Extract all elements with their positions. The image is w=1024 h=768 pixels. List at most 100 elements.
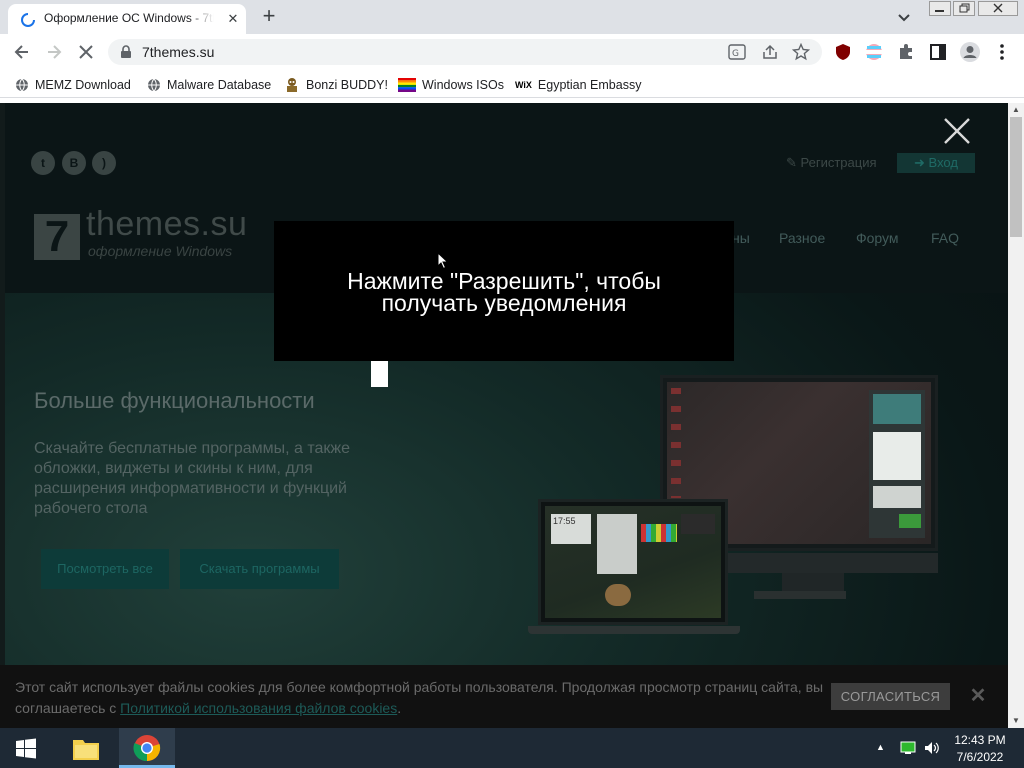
site-logo-subtitle: оформление Windows [88, 243, 233, 259]
download-programs-button[interactable]: Скачать программы [180, 549, 339, 589]
gadget-media [873, 486, 921, 508]
windows-taskbar: ▲ [0, 728, 1024, 768]
tab-title: Оформление ОС Windows - 7themes.su [44, 11, 214, 25]
network-icon[interactable] [900, 741, 916, 755]
site-logo-text[interactable]: themes.su [86, 205, 247, 244]
cookie-accept-button[interactable]: СОГЛАСИТЬСЯ [831, 683, 950, 710]
gadget-panel [869, 390, 925, 538]
hero-description: Скачайте бесплатные программы, а также о… [34, 440, 351, 517]
laptop-screen: 17:55 [545, 506, 721, 618]
close-window-button[interactable] [978, 1, 1018, 16]
bookmark-label: Malware Database [167, 78, 272, 92]
register-label: Регистрация [800, 155, 877, 170]
volume-icon[interactable] [924, 741, 940, 755]
globe-icon [16, 78, 28, 92]
stop-loading-icon[interactable] [76, 42, 96, 62]
translate-icon[interactable]: G [728, 44, 746, 60]
url-text[interactable]: 7themes.su [142, 44, 214, 60]
rss-icon[interactable]: ) [92, 151, 116, 175]
folder-icon [73, 740, 99, 760]
laptop-base [528, 626, 740, 634]
bookmark-label: Bonzi BUDDY! [306, 78, 388, 92]
laptop-illustration: 17:55 [538, 499, 728, 625]
page-edge [0, 103, 5, 728]
overlay-close-icon[interactable] [943, 117, 971, 145]
share-icon[interactable] [761, 44, 779, 60]
gadget-weather [873, 394, 921, 424]
laptop-food-image [605, 584, 631, 606]
bookmark-bonzi-buddy[interactable]: Bonzi BUDDY! [284, 76, 388, 94]
bookmark-memz[interactable]: MEMZ Download [15, 76, 131, 94]
profile-avatar-icon[interactable] [959, 41, 981, 63]
file-explorer-taskbar-button[interactable] [62, 728, 110, 768]
minimize-button[interactable] [929, 1, 951, 16]
login-button[interactable]: ➜ Вход [897, 153, 975, 173]
cookie-close-icon[interactable]: ✕ [968, 686, 988, 706]
scroll-down-arrow-icon[interactable]: ▼ [1008, 714, 1024, 728]
edit-icon: ✎ [786, 155, 801, 170]
restore-icon [959, 3, 970, 13]
scroll-thumb[interactable] [1010, 117, 1022, 237]
gadget-clock [873, 432, 921, 480]
chrome-icon [133, 735, 161, 762]
globe-icon [148, 78, 160, 92]
pride-extension-icon[interactable] [865, 43, 883, 61]
ublock-extension-icon[interactable] [834, 43, 852, 61]
view-all-button[interactable]: Посмотреть все [41, 549, 169, 589]
nav-item-misc[interactable]: Разное [779, 230, 825, 246]
taskbar-clock-date[interactable]: 7/6/2022 [940, 750, 1020, 764]
close-icon [993, 3, 1003, 13]
back-icon[interactable] [12, 42, 32, 62]
monitor-stand [720, 553, 938, 573]
bookmark-label: Egyptian Embassy [537, 78, 642, 92]
extensions-puzzle-icon[interactable] [897, 43, 915, 61]
bookmark-label: Windows ISOs [422, 78, 504, 92]
bookmark-malware-database[interactable]: Malware Database [147, 76, 271, 94]
forward-icon[interactable] [44, 42, 64, 62]
tray-expand-icon[interactable]: ▲ [876, 742, 885, 752]
desktop-icons [671, 388, 681, 498]
cookie-text: Этот сайт использует файлы cookies для б… [15, 677, 825, 719]
register-link[interactable]: ✎ Регистрация [786, 155, 877, 171]
laptop-photo-widget [681, 514, 715, 534]
cookie-policy-link[interactable]: Политикой использования файлов cookies [120, 700, 397, 716]
notification-line-2: получать уведомления [381, 290, 627, 316]
login-label: Вход [928, 155, 958, 170]
side-panel-icon[interactable] [929, 43, 947, 61]
laptop-clock-widget: 17:55 [551, 514, 591, 544]
scroll-up-arrow-icon[interactable]: ▲ [1008, 103, 1024, 117]
site-logo-mark[interactable]: 7 [34, 214, 80, 260]
new-tab-button[interactable]: + [255, 5, 283, 29]
nav-item-partial[interactable]: ны [732, 230, 750, 246]
chrome-taskbar-button[interactable] [119, 728, 175, 768]
bonzi-icon [287, 78, 297, 92]
browser-tab[interactable]: Оформление ОС Windows - 7themes.su ✕ [8, 4, 246, 34]
restore-button[interactable] [953, 1, 975, 16]
lock-icon[interactable] [120, 45, 132, 59]
twitter-icon[interactable]: t [31, 151, 55, 175]
menu-kebab-icon[interactable] [994, 42, 1010, 62]
page-scrollbar[interactable]: ▲ ▼ [1008, 103, 1024, 728]
wix-icon: WiX [515, 80, 532, 90]
notification-prompt: Нажмите "Разрешить", чтобы получать увед… [274, 221, 734, 361]
tab-close-icon[interactable]: ✕ [224, 10, 242, 28]
browser-toolbar: 7themes.su G 10 [0, 34, 1024, 97]
taskbar-clock-time[interactable]: 12:43 PM [940, 733, 1020, 747]
nav-item-forum[interactable]: Форум [856, 230, 899, 246]
mouse-cursor-icon [437, 252, 449, 270]
laptop-widget [597, 514, 637, 574]
windows-start-icon[interactable] [15, 738, 37, 760]
bookmarks-bar: MEMZ Download Malware Database Bonzi BUD… [0, 70, 1024, 98]
bookmark-egyptian-embassy[interactable]: WiX Egyptian Embassy [515, 76, 641, 94]
minimize-icon [935, 10, 944, 12]
laptop-color-tiles [641, 524, 677, 542]
bookmark-star-icon[interactable] [792, 43, 810, 61]
notification-line-1: Нажмите "Разрешить", чтобы [347, 268, 661, 294]
address-bar[interactable]: 7themes.su G [108, 39, 822, 65]
bookmark-windows-isos[interactable]: Windows ISOs [398, 76, 504, 94]
nav-item-faq[interactable]: FAQ [931, 230, 959, 246]
vk-icon[interactable]: B [62, 151, 86, 175]
svg-text:G: G [732, 49, 739, 59]
windows-flag-icon [398, 78, 416, 92]
tab-search-icon[interactable] [892, 6, 916, 28]
